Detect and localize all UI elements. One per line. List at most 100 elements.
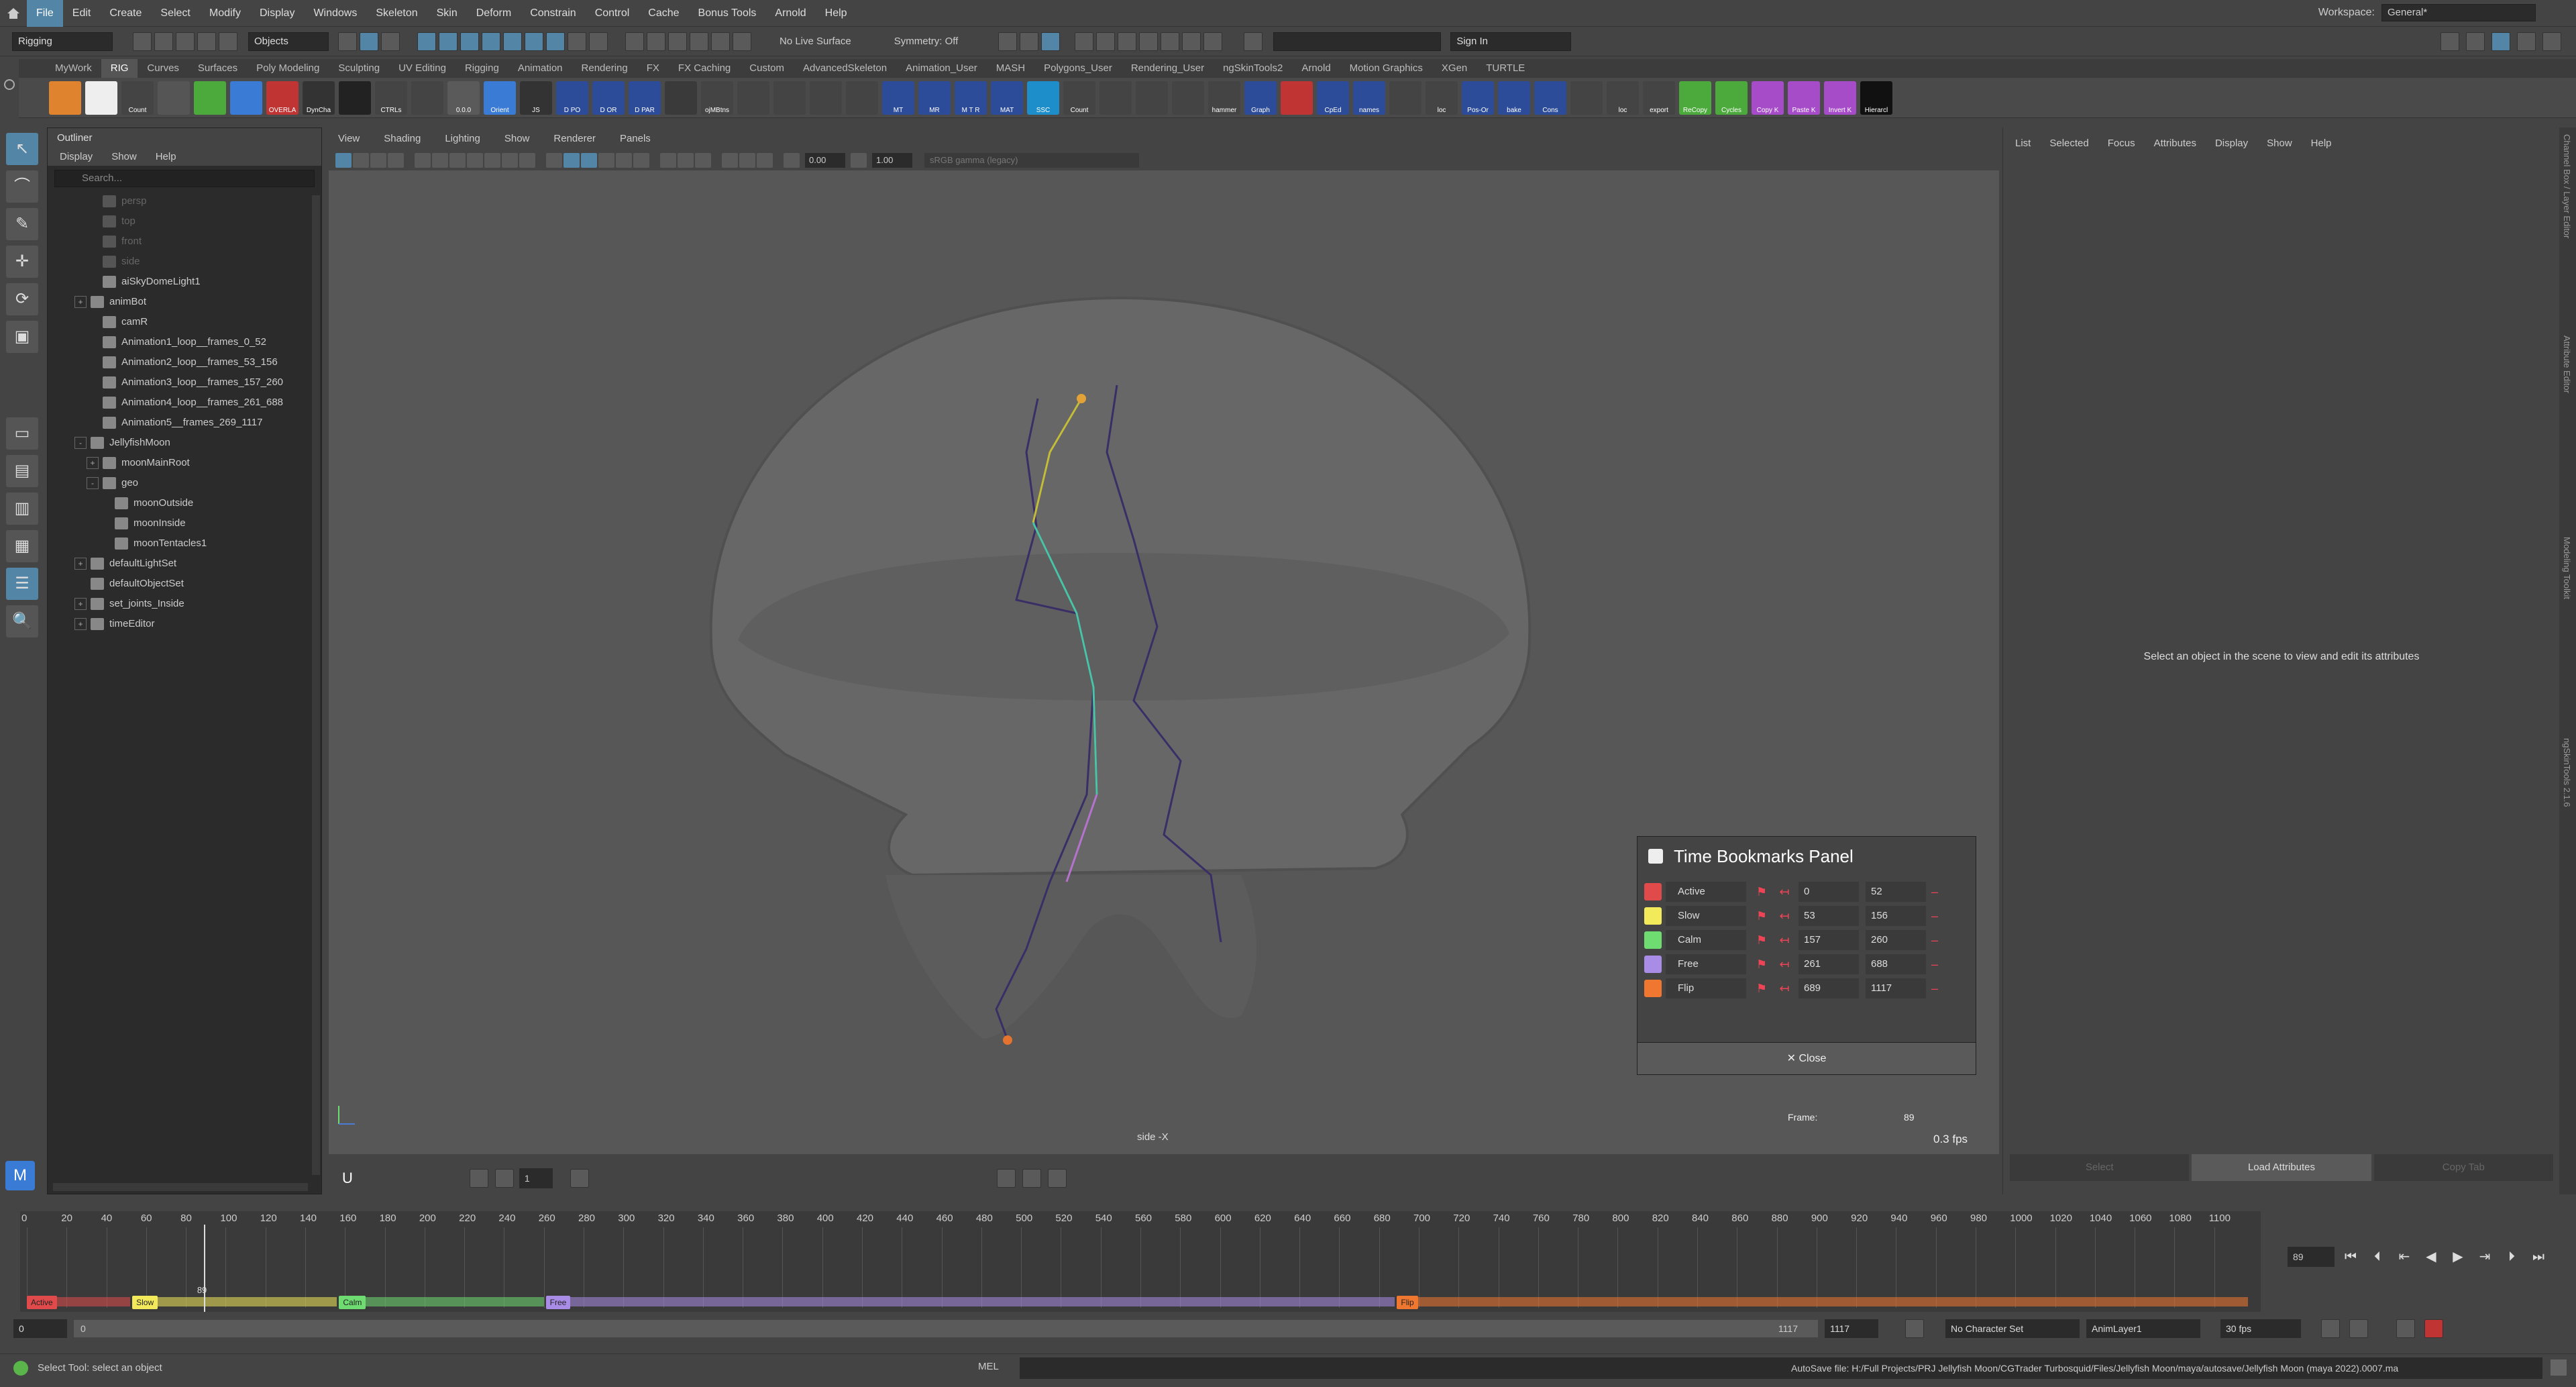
side-tab[interactable]: Channel Box / Layer Editor	[2559, 127, 2575, 329]
current-frame-marker[interactable]	[203, 1225, 205, 1312]
snap-point-icon[interactable]	[668, 32, 687, 51]
scene-start-field[interactable]: 0	[13, 1319, 67, 1338]
snap-grid-icon[interactable]	[625, 32, 644, 51]
shelf-button-45[interactable]: ReCopy	[1679, 81, 1711, 115]
rotate-tool-icon[interactable]: ⟳	[6, 283, 38, 315]
shelf-button-10[interactable]	[411, 81, 443, 115]
sign-in-button[interactable]: Sign In	[1450, 32, 1572, 51]
single-layout-icon[interactable]: ▭	[6, 417, 38, 450]
persp-outliner-layout-icon[interactable]: ☰	[6, 568, 38, 600]
select-deform-icon[interactable]	[503, 32, 522, 51]
undo-icon[interactable]	[197, 32, 216, 51]
bookmark-start-field[interactable]: 53	[1799, 906, 1859, 926]
loop-playback-icon[interactable]	[2321, 1319, 2340, 1338]
input-line-icon[interactable]	[1244, 32, 1263, 51]
render-frame-icon[interactable]	[1020, 32, 1039, 51]
search-tool-icon[interactable]: 🔍	[6, 605, 38, 637]
anim-layer-dropdown[interactable]: AnimLayer1	[2086, 1319, 2200, 1338]
wireframe-on-shaded-icon[interactable]	[581, 153, 597, 168]
modeling-toolkit-icon[interactable]	[2440, 32, 2459, 51]
magnet-snap-icon[interactable]: U	[342, 1170, 353, 1187]
menu-control[interactable]: Control	[586, 0, 639, 27]
step-field[interactable]: 1	[519, 1168, 553, 1188]
live-surface-label[interactable]: No Live Surface	[780, 36, 851, 47]
gamma-field[interactable]: 1.00	[872, 153, 912, 168]
bookmark-end-field[interactable]: 1117	[1866, 978, 1926, 998]
field-chart-icon[interactable]	[484, 153, 500, 168]
select-render-icon[interactable]	[546, 32, 565, 51]
expand-toggle-icon[interactable]: +	[74, 598, 87, 610]
motion-blur-icon[interactable]	[678, 153, 694, 168]
shelf-button-27[interactable]: SSC	[1027, 81, 1059, 115]
command-line-input[interactable]	[1020, 1357, 1811, 1379]
bookmarks-icon[interactable]	[370, 153, 386, 168]
shelf-button-42[interactable]	[1570, 81, 1603, 115]
shelf-button-29[interactable]	[1099, 81, 1132, 115]
delete-bookmark-icon[interactable]: –	[1931, 909, 1938, 923]
set-range-icon[interactable]: ↤	[1777, 909, 1792, 923]
shelf-tab-arnold[interactable]: Arnold	[1292, 59, 1340, 78]
shelf-tab-fx[interactable]: FX	[637, 59, 669, 78]
menu-modify[interactable]: Modify	[200, 0, 250, 27]
expand-toggle-icon[interactable]: -	[87, 477, 99, 489]
lasso-tool-icon[interactable]: ⌒	[6, 170, 38, 203]
bookmark-tag[interactable]: Active	[27, 1296, 57, 1309]
shelf-button-28[interactable]: Count	[1063, 81, 1095, 115]
shelf-button-12[interactable]: Orient	[484, 81, 516, 115]
xray-icon[interactable]	[739, 153, 755, 168]
select-surface-icon[interactable]	[482, 32, 500, 51]
bookmark-name-field[interactable]: Flip	[1666, 978, 1746, 998]
menu-skin[interactable]: Skin	[427, 0, 467, 27]
symmetry-label[interactable]: Symmetry: Off	[894, 36, 959, 47]
graph-editor-icon[interactable]	[996, 1169, 1016, 1188]
shelf-tab-uv-editing[interactable]: UV Editing	[389, 59, 455, 78]
four-view-layout-icon[interactable]: ▤	[6, 455, 38, 487]
shelf-button-17[interactable]	[665, 81, 697, 115]
bookmark-icon[interactable]: ⚑	[1754, 981, 1769, 996]
bookmark-name-field[interactable]: Active	[1666, 882, 1746, 902]
channel-box-icon[interactable]	[2542, 32, 2561, 51]
bookmark-color-swatch[interactable]	[1644, 931, 1662, 949]
shelf-tab-xgen[interactable]: XGen	[1432, 59, 1477, 78]
save-scene-icon[interactable]	[176, 32, 195, 51]
tree-item[interactable]: + moonMainRoot	[74, 453, 321, 473]
attr-menu-help[interactable]: Help	[2311, 127, 2332, 160]
outliner-menu-show[interactable]: Show	[111, 148, 137, 166]
tree-item[interactable]: - geo	[74, 473, 321, 493]
shelf-button-2[interactable]: Count	[121, 81, 154, 115]
set-range-icon[interactable]: ↤	[1777, 981, 1792, 996]
menu-cache[interactable]: Cache	[639, 0, 688, 27]
film-gate-icon[interactable]	[432, 153, 448, 168]
bookmark-name-field[interactable]: Free	[1666, 954, 1746, 974]
lock-selection-icon[interactable]	[568, 32, 586, 51]
menu-arnold[interactable]: Arnold	[765, 0, 815, 27]
shelf-tab-curves[interactable]: Curves	[138, 59, 189, 78]
bookmark-end-field[interactable]: 260	[1866, 930, 1926, 950]
close-button[interactable]: ✕ Close	[1638, 1042, 1976, 1074]
shelf-tab-mash[interactable]: MASH	[987, 59, 1034, 78]
outliner-h-scrollbar[interactable]	[53, 1183, 308, 1191]
outliner-scrollbar[interactable]	[312, 195, 320, 1175]
set-range-icon[interactable]: ↤	[1777, 884, 1792, 899]
shelf-tab-rigging[interactable]: Rigging	[455, 59, 508, 78]
ambient-occlusion-icon[interactable]	[660, 153, 676, 168]
home-icon[interactable]	[0, 0, 27, 27]
bookmark-start-field[interactable]: 157	[1799, 930, 1859, 950]
shelf-button-11[interactable]: 0.0.0	[447, 81, 480, 115]
shelf-button-6[interactable]: OVERLA	[266, 81, 299, 115]
current-frame-field[interactable]: 89	[2288, 1247, 2334, 1267]
menu-edit[interactable]: Edit	[63, 0, 101, 27]
shelf-tab-surfaces[interactable]: Surfaces	[189, 59, 247, 78]
bookmark-tag[interactable]: Slow	[132, 1296, 158, 1309]
delete-bookmark-icon[interactable]: –	[1931, 933, 1938, 947]
component-mode-icon[interactable]	[381, 32, 400, 51]
side-tab[interactable]: Modeling Toolkit	[2559, 530, 2575, 731]
bookmark-range-bar[interactable]	[1397, 1297, 2249, 1306]
delete-bookmark-icon[interactable]: –	[1931, 885, 1938, 899]
record-icon[interactable]	[2424, 1319, 2443, 1338]
redo-icon[interactable]	[219, 32, 237, 51]
outliner-search-input[interactable]: Search...	[54, 170, 315, 187]
next-key-button-icon[interactable]: ⇥	[2474, 1247, 2496, 1267]
bookmark-start-field[interactable]: 0	[1799, 882, 1859, 902]
snap-view-icon[interactable]	[690, 32, 708, 51]
